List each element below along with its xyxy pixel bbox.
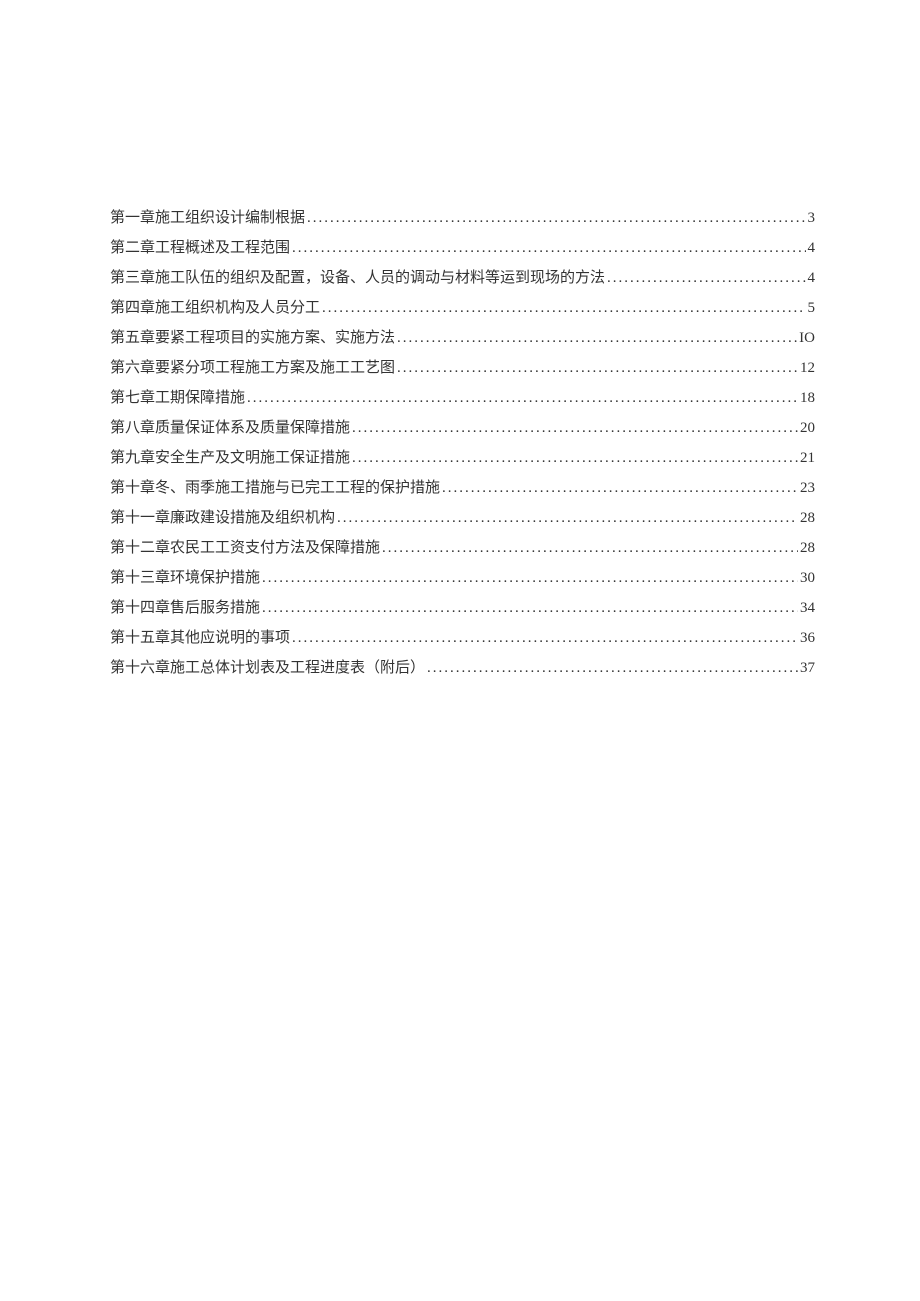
toc-entry: 第二章工程概述及工程范围 4 <box>110 236 815 257</box>
toc-entry-title: 第六章要紧分项工程施工方案及施工工艺图 <box>110 356 395 377</box>
toc-entry-page: 37 <box>800 660 815 677</box>
toc-entry: 第九章安全生产及文明施工保证措施 21 <box>110 446 815 467</box>
toc-entry-page: 23 <box>800 480 815 497</box>
toc-entry-title: 第八章质量保证体系及质量保障措施 <box>110 416 350 437</box>
toc-dots <box>292 630 798 647</box>
toc-entry-title: 第二章工程概述及工程范围 <box>110 236 290 257</box>
toc-entry-title: 第三章施工队伍的组织及配置，设备、人员的调动与材料等运到现场的方法 <box>110 266 605 287</box>
toc-entry-title: 第九章安全生产及文明施工保证措施 <box>110 446 350 467</box>
toc-dots <box>337 510 798 527</box>
toc-dots <box>427 660 798 677</box>
toc-entry-page: 3 <box>808 210 816 227</box>
toc-entry: 第三章施工队伍的组织及配置，设备、人员的调动与材料等运到现场的方法 4 <box>110 266 815 287</box>
toc-entry-page: 4 <box>808 270 816 287</box>
toc-entry-title: 第十一章廉政建设措施及组织机构 <box>110 506 335 527</box>
toc-entry: 第十六章施工总体计划表及工程进度表（附后） 37 <box>110 656 815 677</box>
toc-entry: 第五章要紧工程项目的实施方案、实施方法 IO <box>110 326 815 347</box>
toc-dots <box>397 330 797 347</box>
toc-entry: 第四章施工组织机构及人员分工 5 <box>110 296 815 317</box>
toc-entry: 第十二章农民工工资支付方法及保障措施 28 <box>110 536 815 557</box>
toc-dots <box>352 420 798 437</box>
toc-dots <box>442 480 798 497</box>
toc-dots <box>262 570 798 587</box>
toc-entry-page: IO <box>799 330 815 347</box>
table-of-contents: 第一章施工组织设计编制根据 3 第二章工程概述及工程范围 4 第三章施工队伍的组… <box>110 206 815 677</box>
toc-entry-page: 30 <box>800 570 815 587</box>
toc-entry-title: 第十六章施工总体计划表及工程进度表（附后） <box>110 656 425 677</box>
toc-entry: 第十一章廉政建设措施及组织机构 28 <box>110 506 815 527</box>
toc-entry-page: 20 <box>800 420 815 437</box>
toc-entry: 第十三章环境保护措施 30 <box>110 566 815 587</box>
toc-entry: 第十五章其他应说明的事项 36 <box>110 626 815 647</box>
toc-dots <box>307 210 805 227</box>
toc-entry: 第八章质量保证体系及质量保障措施 20 <box>110 416 815 437</box>
toc-entry: 第十章冬、雨季施工措施与已完工工程的保护措施 23 <box>110 476 815 497</box>
toc-entry-page: 21 <box>800 450 815 467</box>
toc-entry: 第六章要紧分项工程施工方案及施工工艺图 12 <box>110 356 815 377</box>
toc-entry-title: 第一章施工组织设计编制根据 <box>110 206 305 227</box>
toc-entry: 第十四章售后服务措施 34 <box>110 596 815 617</box>
toc-entry: 第七章工期保障措施 18 <box>110 386 815 407</box>
toc-entry-title: 第十四章售后服务措施 <box>110 596 260 617</box>
toc-entry-title: 第十五章其他应说明的事项 <box>110 626 290 647</box>
toc-dots <box>382 540 798 557</box>
toc-entry: 第一章施工组织设计编制根据 3 <box>110 206 815 227</box>
toc-dots <box>322 300 805 317</box>
toc-entry-page: 4 <box>808 240 816 257</box>
toc-entry-page: 5 <box>808 300 816 317</box>
toc-entry-page: 28 <box>800 510 815 527</box>
toc-entry-page: 18 <box>800 390 815 407</box>
toc-entry-title: 第五章要紧工程项目的实施方案、实施方法 <box>110 326 395 347</box>
toc-entry-page: 36 <box>800 630 815 647</box>
toc-dots <box>292 240 805 257</box>
toc-dots <box>607 270 805 287</box>
toc-entry-page: 12 <box>800 360 815 377</box>
toc-entry-page: 28 <box>800 540 815 557</box>
toc-dots <box>352 450 798 467</box>
toc-entry-title: 第十二章农民工工资支付方法及保障措施 <box>110 536 380 557</box>
toc-entry-title: 第十三章环境保护措施 <box>110 566 260 587</box>
toc-dots <box>262 600 798 617</box>
toc-dots <box>397 360 798 377</box>
toc-entry-title: 第七章工期保障措施 <box>110 386 245 407</box>
document-page: 第一章施工组织设计编制根据 3 第二章工程概述及工程范围 4 第三章施工队伍的组… <box>0 0 920 677</box>
toc-entry-title: 第十章冬、雨季施工措施与已完工工程的保护措施 <box>110 476 440 497</box>
toc-dots <box>247 390 798 407</box>
toc-entry-title: 第四章施工组织机构及人员分工 <box>110 296 320 317</box>
toc-entry-page: 34 <box>800 600 815 617</box>
